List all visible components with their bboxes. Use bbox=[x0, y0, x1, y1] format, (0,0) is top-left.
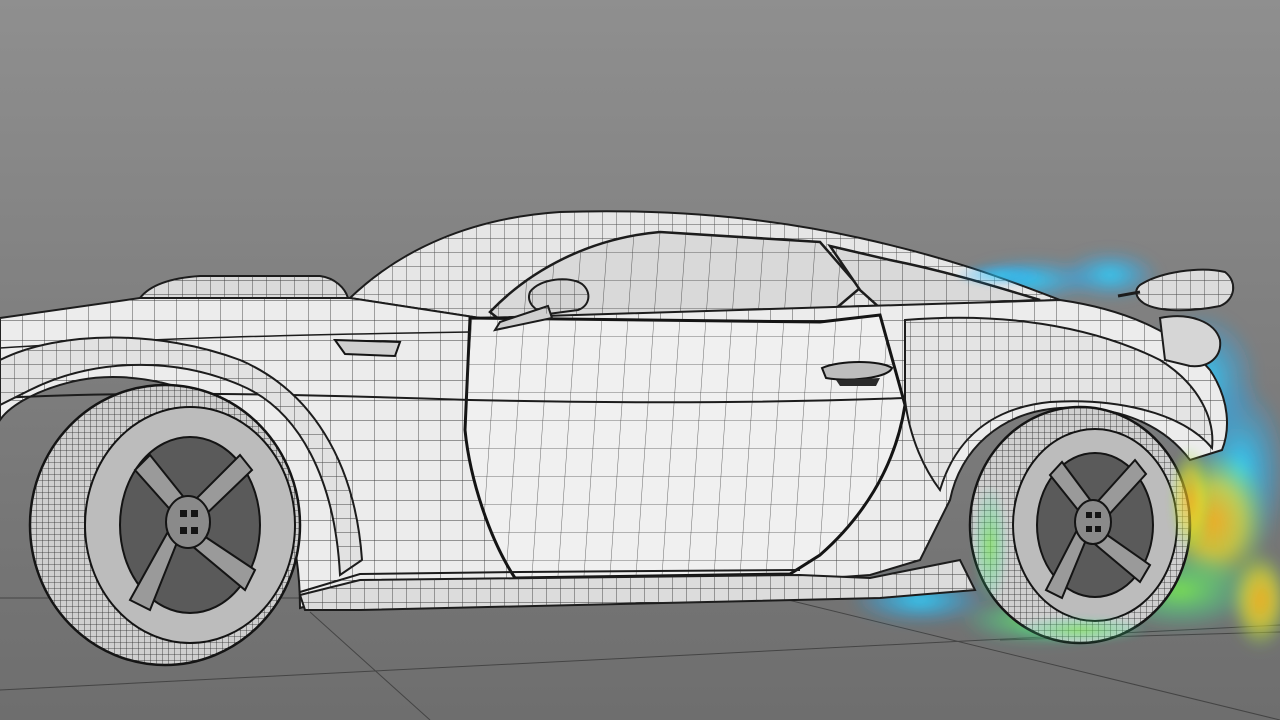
3d-viewport[interactable] bbox=[0, 0, 1280, 720]
wireframe-render[interactable] bbox=[0, 0, 1280, 720]
fender-vent bbox=[333, 338, 402, 358]
front-wheel bbox=[28, 383, 302, 667]
